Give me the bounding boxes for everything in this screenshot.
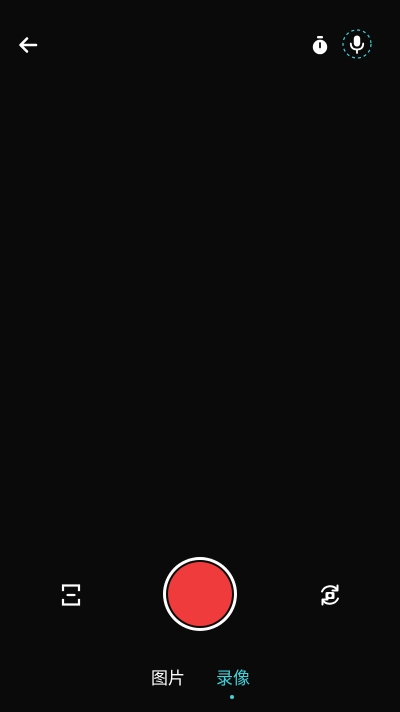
tab-photo[interactable]: 图片 (151, 668, 185, 690)
flip-camera-icon (321, 584, 339, 606)
record-button-core (168, 562, 232, 626)
record-button[interactable] (163, 557, 237, 631)
arrow-left-icon (19, 37, 38, 53)
camera-screen: 图片 录像 (0, 0, 400, 712)
capture-mode-tabs: 图片 录像 (0, 668, 400, 699)
tab-video[interactable]: 录像 (216, 668, 250, 690)
flip-camera-button[interactable] (314, 579, 346, 611)
microphone-button[interactable] (341, 28, 373, 60)
timer-button[interactable] (304, 29, 336, 61)
active-tab-indicator (230, 695, 234, 699)
aspect-ratio-icon (61, 584, 81, 606)
record-button-ring (166, 560, 234, 628)
aspect-ratio-button[interactable] (55, 579, 87, 611)
microphone-icon (342, 29, 372, 59)
back-button[interactable] (12, 29, 44, 61)
timer-icon (312, 36, 328, 55)
